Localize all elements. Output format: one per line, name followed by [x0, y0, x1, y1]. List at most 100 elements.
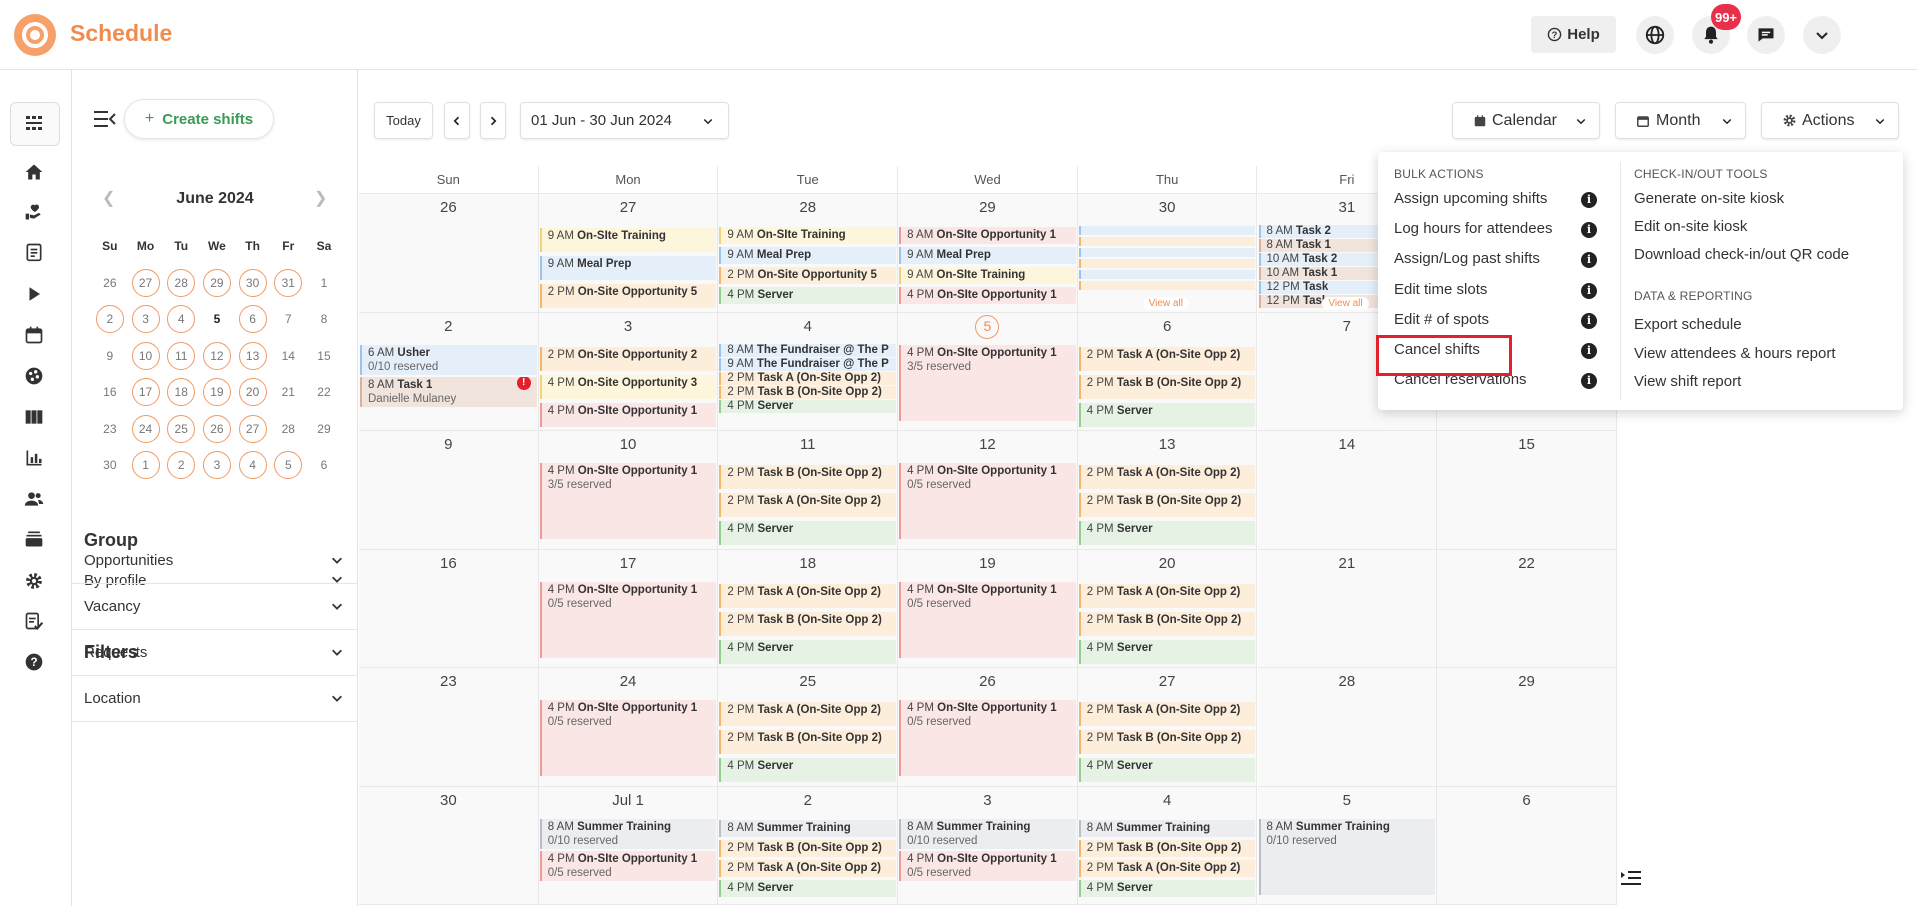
menu-item-generate-on-site-kiosk[interactable]: Generate on-site kiosk: [1634, 190, 1784, 207]
mini-day[interactable]: 24: [128, 414, 164, 443]
calendar-day-cell[interactable]: 13 2 PM Task A (On-Site Opp 2) 2 PM Task B…: [1077, 431, 1258, 550]
help-circle-icon[interactable]: ?: [20, 648, 48, 676]
filter-opportunities[interactable]: Opportunities: [72, 538, 358, 584]
calendar-day-cell[interactable]: 28 9 AM On-SIte Training 9 AM Meal Prep 2 P…: [718, 194, 899, 313]
shift-event[interactable]: 8 AM Summer Training 0/10 reserved: [899, 818, 1076, 849]
date-range-picker[interactable]: 01 Jun - 30 Jun 2024: [520, 102, 729, 139]
stacked-shift-bar[interactable]: [1078, 237, 1256, 246]
filter-requests[interactable]: Requests: [72, 630, 358, 676]
mini-day[interactable]: 31: [270, 268, 306, 297]
period-select[interactable]: Month: [1615, 102, 1746, 139]
shift-event[interactable]: 4 PM Server: [719, 399, 897, 413]
calendar-day-cell[interactable]: 20 2 PM Task A (On-Site Opp 2) 2 PM Task B…: [1077, 549, 1258, 668]
mini-day[interactable]: 20: [235, 378, 271, 407]
mini-day[interactable]: 5: [199, 305, 235, 333]
help-button[interactable]: ? Help: [1531, 16, 1616, 53]
volunteer-hand-icon[interactable]: [20, 198, 48, 226]
mini-day[interactable]: 18: [163, 378, 199, 407]
mini-day[interactable]: 14: [270, 342, 306, 370]
home-icon[interactable]: [20, 158, 48, 186]
mini-day[interactable]: 21: [270, 378, 306, 406]
mini-day[interactable]: 27: [235, 414, 271, 443]
calendar-day-cell[interactable]: 24 4 PM On-SIte Opportunity 1 0/5 reserved: [538, 668, 719, 787]
shift-event[interactable]: 2 PM Task B (On-Site Opp 2): [1078, 493, 1256, 517]
stacked-shift-bar[interactable]: [1078, 259, 1256, 268]
mini-day[interactable]: 26: [92, 269, 128, 297]
calendar-day-cell[interactable]: 26 AM Usher 0/10 reserved 8 AM Task 1 Danie…: [359, 312, 539, 431]
shift-event[interactable]: 8 AM Summer Training: [719, 819, 897, 837]
mini-day[interactable]: 10: [128, 341, 164, 370]
stacked-shift-bar[interactable]: [1078, 270, 1256, 279]
next-period-button[interactable]: [480, 102, 506, 139]
shift-event[interactable]: 2 PM Task A (On-Site Opp 2): [719, 493, 897, 517]
shift-event[interactable]: 2 PM Task B (On-Site Opp 2): [1078, 611, 1256, 636]
filter-vacancy[interactable]: Vacancy: [72, 584, 358, 630]
today-button[interactable]: Today: [374, 102, 433, 139]
calendar-day-cell[interactable]: 25 2 PM Task A (On-Site Opp 2) 2 PM Task B…: [718, 668, 899, 787]
menu-item-assign-log-past-shifts[interactable]: Assign/Log past shifts: [1394, 250, 1540, 267]
shift-event[interactable]: 2 PM Task B (On-Site Opp 2): [719, 385, 897, 399]
mini-day[interactable]: 6: [306, 451, 342, 479]
info-icon[interactable]: i: [1581, 373, 1597, 390]
info-icon[interactable]: i: [1581, 222, 1597, 239]
mini-day[interactable]: 23: [92, 415, 128, 443]
calendar-day-cell[interactable]: 6: [1437, 786, 1617, 905]
actions-button[interactable]: Actions: [1761, 102, 1899, 139]
calendar-day-cell[interactable]: 27 2 PM Task A (On-Site Opp 2) 2 PM Task B…: [1077, 668, 1258, 787]
shift-event[interactable]: 2 PM Task A (On-Site Opp 2): [1078, 465, 1256, 489]
shift-event[interactable]: 6 AM Usher 0/10 reserved: [360, 344, 537, 375]
mini-day[interactable]: 4: [163, 305, 199, 334]
users-icon[interactable]: [20, 485, 48, 513]
shift-event[interactable]: 2 PM On-Site Opportunity 2: [539, 346, 717, 371]
clipboard-icon[interactable]: [20, 238, 48, 266]
mini-day[interactable]: 15: [306, 342, 342, 370]
language-button[interactable]: [1636, 16, 1674, 54]
expand-list-icon[interactable]: [1620, 870, 1642, 891]
stacked-shift-bar[interactable]: [1078, 248, 1256, 257]
calendar-icon[interactable]: [20, 321, 48, 349]
shift-event[interactable]: 2 PM Task A (On-Site Opp 2): [719, 702, 897, 726]
shift-event[interactable]: 4 PM On-SIte Opportunity 1 0/5 reserved: [899, 700, 1076, 776]
shift-event[interactable]: 2 PM Task B (On-Site Opp 2): [1078, 839, 1256, 857]
mini-day[interactable]: 30: [92, 451, 128, 479]
mini-day[interactable]: 13: [235, 341, 271, 370]
mini-day[interactable]: 17: [128, 378, 164, 407]
mini-day[interactable]: 19: [199, 378, 235, 407]
calendar-day-cell[interactable]: 30: [359, 786, 539, 905]
mini-day[interactable]: 2: [92, 305, 128, 334]
info-icon[interactable]: i: [1581, 282, 1597, 299]
shift-event[interactable]: 9 AM Meal Prep: [719, 247, 897, 264]
mini-day[interactable]: 16: [92, 378, 128, 406]
mini-day[interactable]: 4: [235, 451, 271, 480]
calendar-day-cell[interactable]: 26: [359, 194, 539, 313]
calendar-day-cell[interactable]: 17 4 PM On-SIte Opportunity 1 0/5 reserved: [538, 549, 719, 668]
shift-event[interactable]: 2 PM Task B (On-Site Opp 2): [1078, 730, 1256, 754]
shift-event[interactable]: 2 PM Task A (On-Site Opp 2): [1078, 346, 1256, 371]
shift-event[interactable]: 4 PM Server: [719, 879, 897, 897]
calendar-day-cell[interactable]: 28: [1257, 668, 1438, 787]
shift-event[interactable]: 4 PM Server: [719, 758, 897, 782]
mini-next-month-icon[interactable]: ❯: [314, 188, 327, 208]
calendar-day-cell[interactable]: 5 4 PM On-SIte Opportunity 1 3/5 reserved: [898, 312, 1078, 431]
play-icon[interactable]: [20, 280, 48, 308]
shift-event[interactable]: 4 PM On-SIte Opportunity 1: [539, 402, 717, 427]
shift-event[interactable]: 2 PM Task A (On-Site Opp 2): [1078, 859, 1256, 877]
menu-item-edit-time-slots[interactable]: Edit time slots: [1394, 281, 1487, 298]
calendar-day-cell[interactable]: 38 AM Summer Training 0/10 reserved 4 PM O…: [898, 786, 1078, 905]
calendar-day-cell[interactable]: 14: [1257, 431, 1438, 550]
calendar-day-cell[interactable]: 18 2 PM Task A (On-Site Opp 2) 2 PM Task B…: [718, 549, 899, 668]
mini-day[interactable]: 29: [199, 268, 235, 297]
shift-event[interactable]: 4 PM On-SIte Opportunity 1 0/5 reserved: [539, 581, 717, 658]
shift-event[interactable]: 4 PM Server: [1078, 879, 1256, 897]
info-icon[interactable]: i: [1581, 312, 1597, 329]
board-icon[interactable]: [20, 403, 48, 431]
shift-event[interactable]: 4 PM Server: [719, 287, 897, 304]
collapse-sidebar-icon[interactable]: [94, 110, 116, 133]
palette-icon[interactable]: [20, 362, 48, 390]
menu-item-view-shift-report[interactable]: View shift report: [1634, 373, 1741, 390]
shift-event[interactable]: 2 PM Task A (On-Site Opp 2): [1078, 702, 1256, 726]
create-shifts-button[interactable]: + Create shifts: [124, 99, 274, 139]
shift-event[interactable]: 8 AM Summer Training 0/10 reserved: [539, 818, 717, 849]
inbox-stack-icon[interactable]: [20, 525, 48, 553]
mini-day[interactable]: 3: [128, 305, 164, 334]
